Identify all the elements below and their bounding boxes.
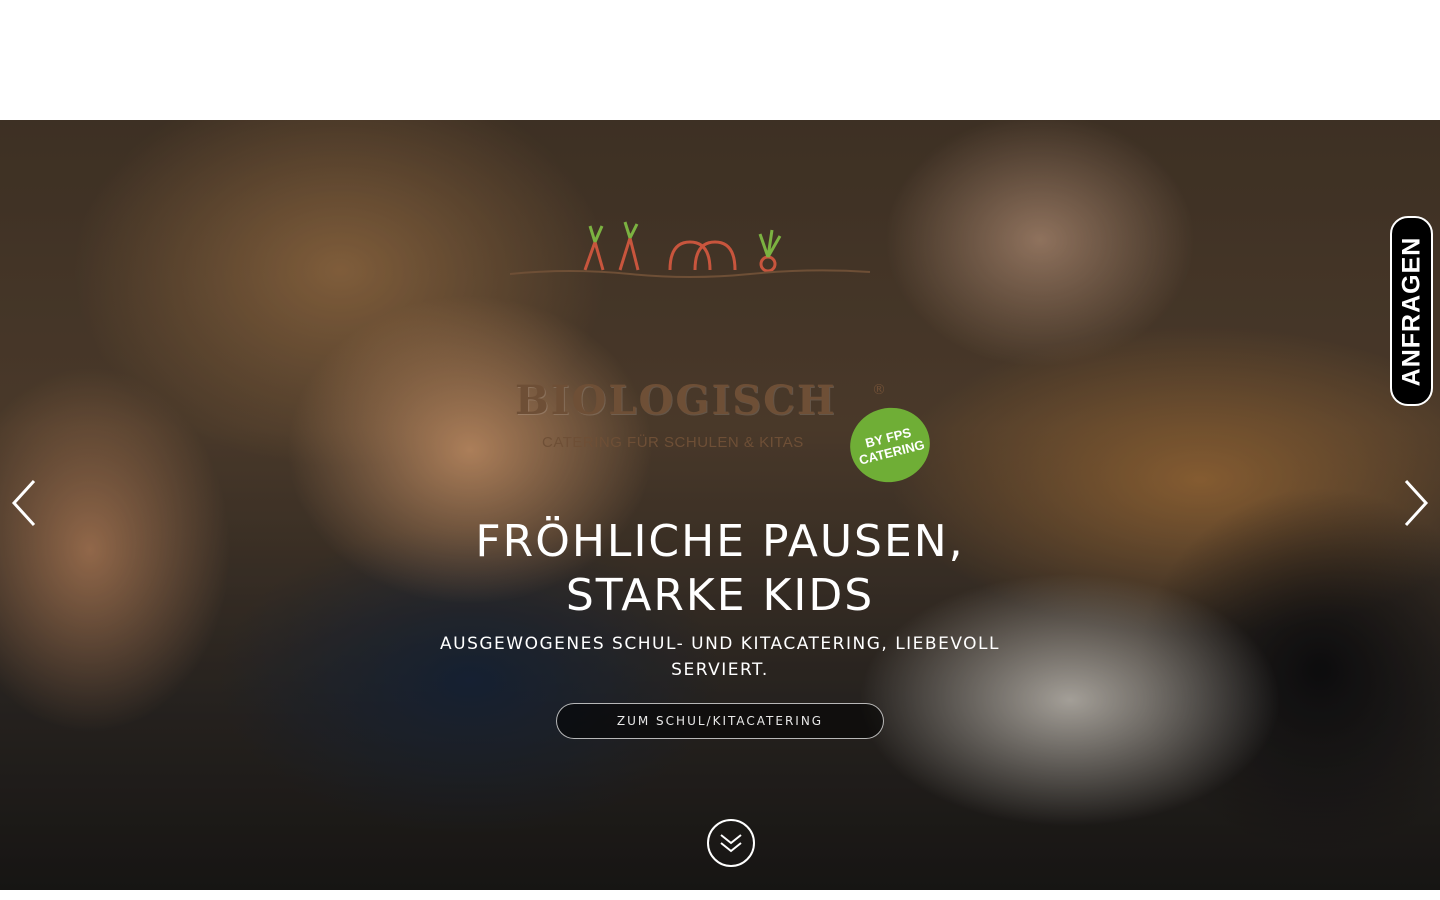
page-bottom bbox=[0, 890, 1440, 900]
anfragen-label: ANFRAGEN bbox=[1397, 236, 1426, 386]
biologisch-logo[interactable]: BIOLOGISCH ® CATERING FÜR SCHULEN & KITA… bbox=[510, 212, 940, 491]
hero-slider: BIOLOGISCH ® CATERING FÜR SCHULEN & KITA… bbox=[0, 120, 1440, 890]
scroll-down-button[interactable] bbox=[707, 819, 755, 867]
hero-title-line2: STARKE KIDS bbox=[565, 570, 875, 621]
school-catering-button[interactable]: ZUM SCHUL/KITACATERING bbox=[556, 703, 884, 739]
logo-tagline: CATERING FÜR SCHULEN & KITAS bbox=[542, 434, 804, 451]
carousel-next-button[interactable] bbox=[1398, 477, 1434, 529]
top-header bbox=[0, 0, 1440, 120]
hero-title-line1: FRÖHLICHE PAUSEN, bbox=[475, 516, 965, 567]
registered-mark: ® bbox=[872, 382, 886, 398]
logo-wordmark: BIOLOGISCH bbox=[515, 377, 837, 424]
fps-catering-badge: BY FPS CATERING bbox=[842, 399, 938, 491]
chevron-left-icon bbox=[11, 479, 36, 527]
anfragen-side-tab[interactable]: ANFRAGEN bbox=[1390, 216, 1433, 406]
carousel-prev-button[interactable] bbox=[6, 477, 42, 529]
hero-subtitle: AUSGEWOGENES SCHUL- UND KITACATERING, LI… bbox=[440, 634, 1000, 680]
vegetable-garden-icon bbox=[510, 221, 871, 278]
chevron-right-icon bbox=[1404, 479, 1429, 527]
hero-caption: FRÖHLICHE PAUSEN, STARKE KIDS AUSGEWOGEN… bbox=[360, 515, 1080, 739]
hero-title: FRÖHLICHE PAUSEN, STARKE KIDS bbox=[360, 515, 1080, 623]
double-chevron-down-icon bbox=[720, 834, 742, 853]
